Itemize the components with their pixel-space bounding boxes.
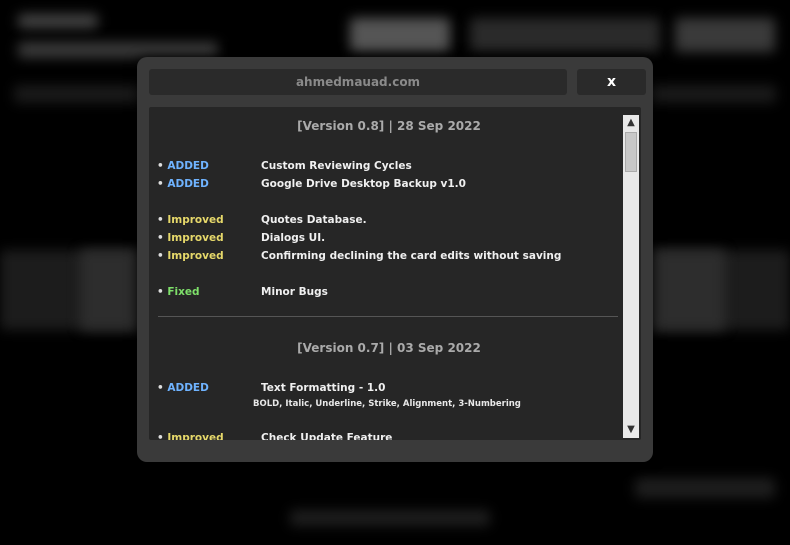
change-tag: ADDED: [167, 160, 209, 172]
chevron-up-icon[interactable]: ▲: [623, 115, 639, 131]
bullet: •: [157, 250, 164, 262]
chevron-down-icon[interactable]: ▼: [623, 422, 639, 438]
changelog-panel[interactable]: [Version 0.8] | 28 Sep 2022 • ADDED Cust…: [149, 107, 641, 440]
bullet: •: [157, 178, 164, 190]
change-text: Minor Bugs: [261, 286, 328, 298]
change-tag: Improved: [167, 250, 224, 262]
change-text: Confirming declining the card edits with…: [261, 250, 562, 262]
list-item: • ADDED Google Drive Desktop Backup v1.0: [157, 176, 466, 192]
change-tag: Fixed: [167, 286, 200, 298]
change-text: Quotes Database.: [261, 214, 367, 226]
bullet: •: [157, 160, 164, 172]
change-tag: Improved: [167, 214, 224, 226]
whats-new-dialog: ahmedmauad.com x [Version 0.8] | 28 Sep …: [137, 57, 653, 462]
list-item: • Improved Check Update Feature: [157, 430, 392, 440]
vertical-scrollbar[interactable]: ▲ ▼: [623, 115, 639, 438]
blurred-card-left: [80, 250, 140, 330]
scrollbar-thumb[interactable]: [625, 132, 637, 172]
change-text: Dialogs UI.: [261, 232, 326, 244]
blurred-footer-text: [290, 510, 490, 526]
change-subtext: BOLD, Italic, Underline, Strike, Alignme…: [253, 399, 521, 409]
close-button[interactable]: x: [577, 69, 646, 95]
change-text: Text Formatting - 1.0: [261, 382, 386, 394]
change-text: Google Drive Desktop Backup v1.0: [261, 178, 466, 190]
dialog-title: ahmedmauad.com: [149, 69, 567, 95]
list-item: • ADDED Custom Reviewing Cycles: [157, 158, 412, 174]
blurred-button-right: [675, 18, 775, 52]
bullet: •: [157, 286, 164, 298]
bullet: •: [157, 214, 164, 226]
release-header: [Version 0.7] | 03 Sep 2022: [297, 341, 481, 355]
release-header: [Version 0.8] | 28 Sep 2022: [297, 119, 481, 133]
blurred-logo: [18, 14, 98, 28]
bullet: •: [157, 382, 164, 394]
list-item: • Improved Dialogs UI.: [157, 230, 325, 246]
change-tag: ADDED: [167, 178, 209, 190]
bullet: •: [157, 432, 164, 440]
blurred-footer-button: [635, 478, 775, 498]
blurred-heading: [18, 42, 218, 58]
change-tag: Improved: [167, 232, 224, 244]
change-text: Custom Reviewing Cycles: [261, 160, 412, 172]
blurred-card-right: [650, 250, 725, 330]
change-text: Check Update Feature: [261, 432, 393, 440]
changelog-scroll-area[interactable]: [Version 0.8] | 28 Sep 2022 • ADDED Cust…: [149, 107, 619, 440]
blurred-button: [350, 18, 450, 52]
release-divider: [158, 316, 618, 317]
close-icon: x: [606, 74, 617, 90]
list-item: • ADDED Text Formatting - 1.0: [157, 380, 385, 396]
blurred-toolbar: [470, 18, 660, 52]
list-item: • Fixed Minor Bugs: [157, 284, 328, 300]
change-tag: Improved: [167, 432, 224, 440]
list-item: • Improved Quotes Database.: [157, 212, 367, 228]
change-tag: ADDED: [167, 382, 209, 394]
list-item: • Improved Confirming declining the card…: [157, 248, 561, 264]
bullet: •: [157, 232, 164, 244]
